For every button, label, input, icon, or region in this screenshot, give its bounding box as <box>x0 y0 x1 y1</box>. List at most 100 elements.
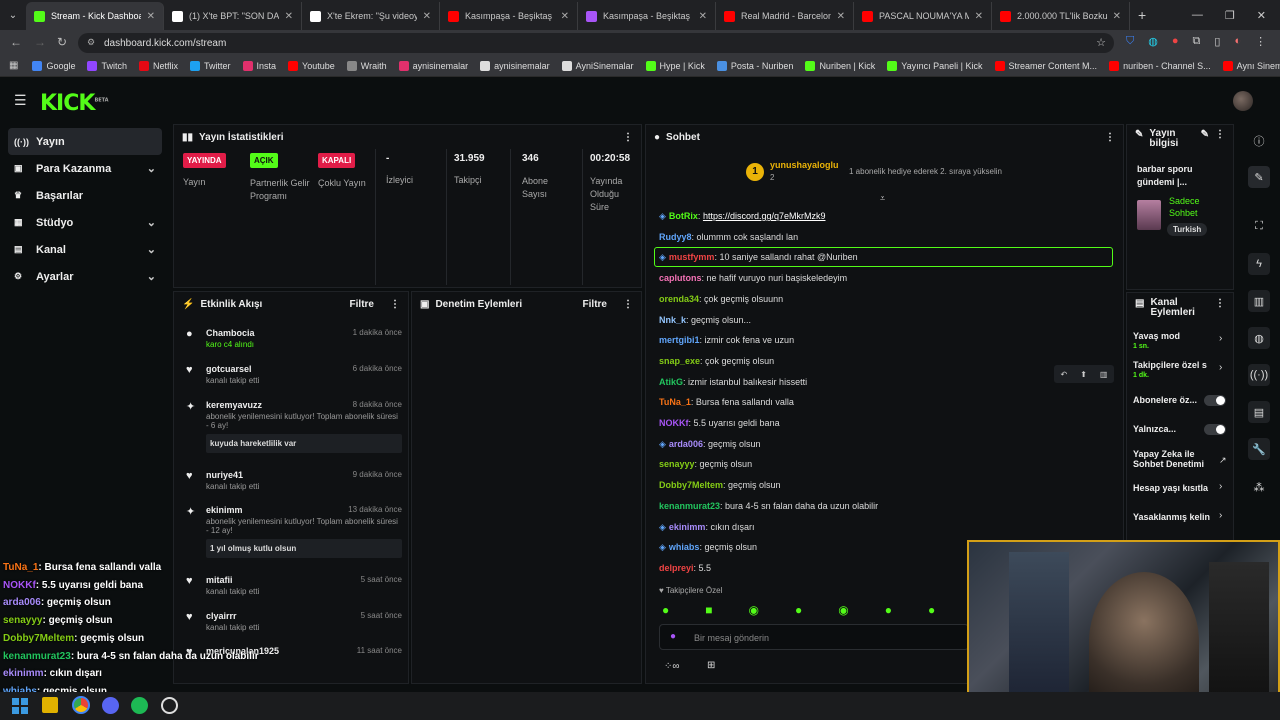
minimize-icon[interactable]: — <box>1192 9 1203 22</box>
tab-close-icon[interactable]: ✕ <box>147 11 155 22</box>
followers-only-label[interactable]: Takipçilere özel s <box>1133 360 1213 370</box>
bookmark-star-icon[interactable]: ☆ <box>1096 36 1106 49</box>
microphone-icon[interactable]: ● <box>670 631 676 642</box>
extension-globe-icon[interactable]: ◍ <box>1148 35 1158 48</box>
chat-username[interactable]: caplutons <box>659 273 702 283</box>
emote-icon[interactable]: ● <box>885 603 892 617</box>
moderation-icon[interactable]: ▤ <box>1248 401 1270 423</box>
hamburger-menu-icon[interactable]: ☰ <box>14 92 27 109</box>
bookmark-item[interactable]: Yayıncı Paneli | Kick <box>887 60 983 71</box>
more-options-icon[interactable]: ⋮ <box>1105 132 1115 143</box>
bookmark-item[interactable]: nuriben - Channel S... <box>1109 60 1211 71</box>
expand-icon[interactable]: ⩡ <box>880 193 885 204</box>
tab-search-icon[interactable]: ⌄ <box>0 10 26 21</box>
nav-item[interactable]: ♛ Başarılar <box>8 182 162 209</box>
browser-tab[interactable]: Kasımpaşa - Beşiktaş Maç ✕ <box>578 2 716 30</box>
emoji-icon[interactable]: ⁘∞ <box>664 661 680 672</box>
chat-username[interactable]: Nnk_k <box>659 315 686 325</box>
menu-dots-icon[interactable]: ⋮ <box>1255 35 1266 48</box>
emote-icon[interactable]: ■ <box>705 603 712 617</box>
tab-close-icon[interactable]: ✕ <box>1113 11 1121 22</box>
bolt-icon[interactable]: ϟ <box>1248 253 1270 275</box>
new-tab-button[interactable]: + <box>1138 7 1146 23</box>
chat-username[interactable]: BotRix <box>669 211 698 221</box>
browser-tab[interactable]: Stream - Kick Dashboard ✕ <box>26 2 164 30</box>
bookmark-item[interactable]: Posta - Nuriben <box>716 60 793 71</box>
store-icon[interactable]: ⊞ <box>707 660 715 671</box>
bookmark-item[interactable]: Twitter <box>190 60 231 71</box>
edit-icon[interactable]: ✎ <box>1248 166 1270 188</box>
browser-tab[interactable]: Real Madrid - Barcelona ✕ <box>716 2 854 30</box>
forward-icon[interactable]: → <box>34 35 46 49</box>
file-explorer-icon[interactable] <box>42 697 58 713</box>
obs-icon[interactable] <box>161 697 178 714</box>
chat-username[interactable]: delpreyi <box>659 563 694 573</box>
delete-icon[interactable]: ▥ <box>1100 370 1108 379</box>
category-name[interactable]: Sadece Sohbet <box>1169 195 1227 219</box>
external-link-icon[interactable]: ↗ <box>1219 455 1227 466</box>
broadcast-icon[interactable]: ((·)) <box>1248 364 1270 386</box>
tab-close-icon[interactable]: ✕ <box>837 11 845 22</box>
chat-username[interactable]: mertgibi1 <box>659 335 700 345</box>
extensions-icon[interactable]: ⧉ <box>1193 35 1201 48</box>
wrench-icon[interactable]: 🔧 <box>1248 438 1270 460</box>
browser-tab[interactable]: Kasımpaşa - Beşiktaş Maç ✕ <box>440 2 578 30</box>
extension-red-icon[interactable]: ● <box>1172 35 1179 48</box>
sidebar-icon[interactable]: ▯ <box>1214 35 1220 48</box>
apps-grid-icon[interactable]: ▦ <box>9 60 18 71</box>
nav-item[interactable]: ((·)) Yayın <box>8 128 162 155</box>
tab-close-icon[interactable]: ✕ <box>975 11 983 22</box>
slow-mode-label[interactable]: Yavaş mod <box>1133 331 1180 341</box>
chat-username[interactable]: NOKKf <box>659 418 689 428</box>
chevron-right-icon[interactable]: › <box>1219 510 1222 521</box>
chat-username[interactable]: mustfymm <box>669 252 715 262</box>
bookmark-item[interactable]: Insta <box>242 60 276 71</box>
chat-username[interactable]: orenda34 <box>659 294 699 304</box>
chat-username[interactable]: arda006 <box>669 439 703 449</box>
discord-icon[interactable] <box>102 697 119 714</box>
edit-icon[interactable]: ✎ <box>1201 129 1209 140</box>
subscribers-only-toggle[interactable] <box>1204 395 1226 406</box>
pin-icon[interactable]: ⬆ <box>1080 370 1087 379</box>
windows-start-icon[interactable] <box>12 698 28 714</box>
chat-username[interactable]: AtikG <box>659 377 683 387</box>
restore-icon[interactable]: ❐ <box>1225 9 1235 22</box>
tab-close-icon[interactable]: ✕ <box>423 11 431 22</box>
banned-words-label[interactable]: Yasaklanmış kelin <box>1133 512 1210 522</box>
browser-tab[interactable]: X'te Ekrem: "Şu videoyu S ✕ <box>302 2 440 30</box>
chat-username[interactable]: Dobby7Meltem <box>659 480 723 490</box>
filter-button[interactable]: Filtre <box>583 299 607 310</box>
emote-icon[interactable]: ◉ <box>838 603 848 617</box>
chevron-right-icon[interactable]: › <box>1219 333 1222 344</box>
site-info-icon[interactable]: ⚙ <box>87 37 95 48</box>
tab-close-icon[interactable]: ✕ <box>285 11 293 22</box>
back-icon[interactable]: ← <box>10 35 22 49</box>
more-options-icon[interactable]: ⋮ <box>623 299 633 310</box>
emote-only-toggle[interactable] <box>1204 424 1226 435</box>
user-avatar[interactable] <box>1233 91 1253 111</box>
emote-icon[interactable]: ● <box>928 603 935 617</box>
bookmark-item[interactable]: Google <box>32 60 75 71</box>
emote-icon[interactable]: ● <box>795 603 802 617</box>
chat-username[interactable]: ekinimm <box>669 522 706 532</box>
browser-tab[interactable]: (1) X'te BPT: "SON DAKİK ✕ <box>164 2 302 30</box>
account-age-label[interactable]: Hesap yaşı kısıtla <box>1133 483 1208 493</box>
filter-button[interactable]: Filtre <box>350 299 374 310</box>
pinned-username[interactable]: yunushayaloglu <box>770 160 839 170</box>
url-input[interactable]: ⚙ dashboard.kick.com/stream ☆ <box>78 33 1114 53</box>
bookmark-item[interactable]: Nuriben | Kick <box>805 60 875 71</box>
bookmark-item[interactable]: Streamer Content M... <box>994 60 1097 71</box>
chevron-down-icon[interactable]: ⌄ <box>147 270 156 283</box>
bookmark-item[interactable]: Netflix <box>139 60 178 71</box>
bookmark-item[interactable]: Aynı Sinemalar - Ça... <box>1222 60 1280 71</box>
chevron-right-icon[interactable]: › <box>1219 481 1222 492</box>
more-options-icon[interactable]: ⋮ <box>1215 298 1225 309</box>
ai-moderation-label[interactable]: Yapay Zeka ile Sohbet Denetimi <box>1133 449 1209 469</box>
chat-message-input[interactable]: ● Bir mesaj gönderin <box>659 624 969 650</box>
more-options-icon[interactable]: ⋮ <box>390 299 400 310</box>
bookmark-item[interactable]: Youtube <box>288 60 335 71</box>
tab-close-icon[interactable]: ✕ <box>561 11 569 22</box>
bookmark-item[interactable]: aynisinemalar <box>398 60 468 71</box>
more-options-icon[interactable]: ⋮ <box>623 132 633 143</box>
bookmark-item[interactable]: Hype | Kick <box>645 60 705 71</box>
